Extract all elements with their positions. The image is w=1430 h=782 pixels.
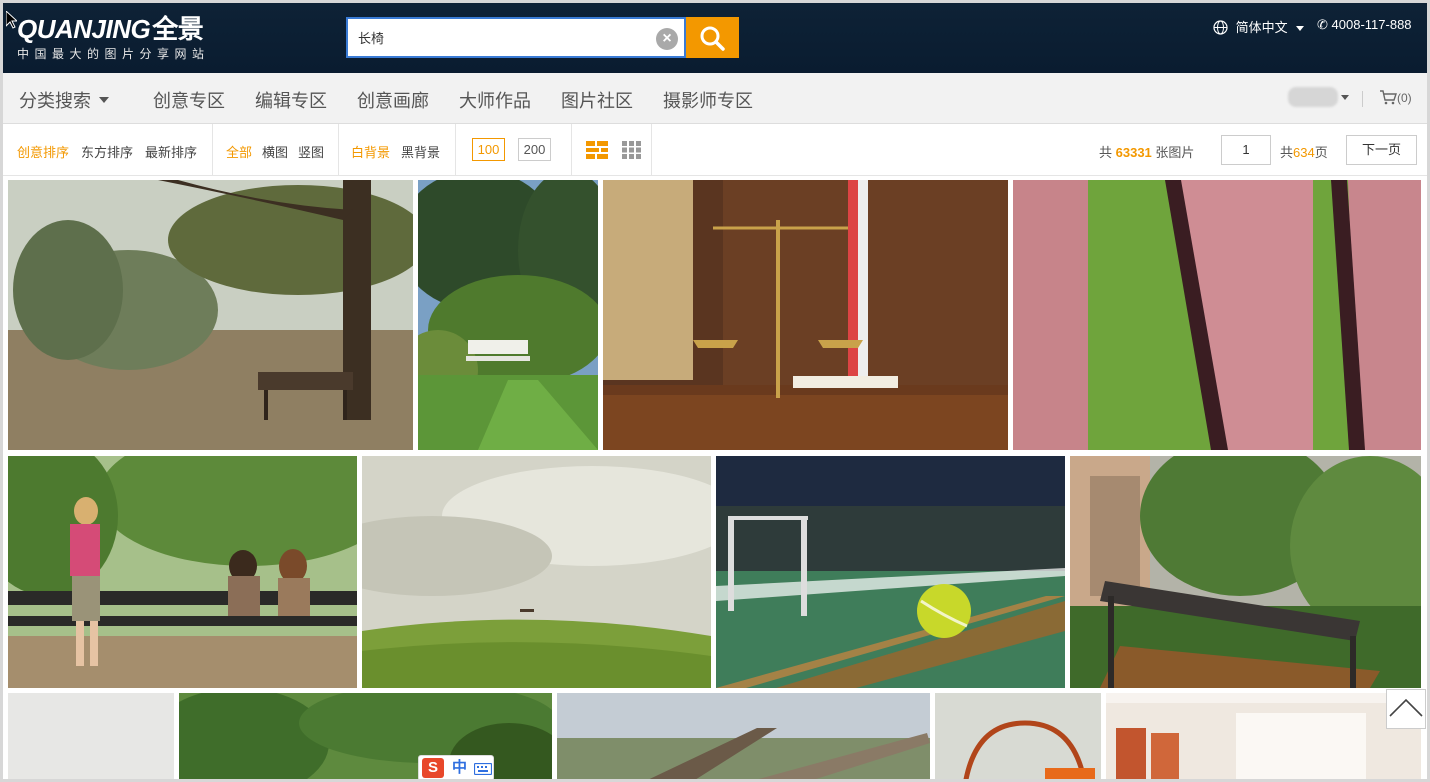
logo-brand: QUANJING [17,14,151,44]
search-icon [700,26,725,51]
phone-icon: ✆ [1317,17,1328,32]
nav-item-creative[interactable]: 创意专区 [153,87,225,113]
total-prefix: 共 [1099,145,1113,160]
main-nav: 分类搜索 创意专区 编辑专区 创意画廊 大师作品 图片社区 摄影师专区 (0) [3,73,1427,124]
photo-park-bench[interactable] [8,180,413,450]
cart-icon [1380,90,1397,105]
photo-image [8,180,413,450]
sogou-logo-icon: S [422,758,444,778]
photo-scales-justice[interactable] [603,180,1008,450]
sort-newest[interactable]: 最新排序 [145,142,197,161]
nav-item-community[interactable]: 图片社区 [561,87,633,113]
photo-wooden-benches[interactable] [557,693,930,779]
sort-group: 创意排序 东方排序 最新排序 [3,124,213,176]
photo-image [1013,180,1421,450]
photo-green-hedge[interactable] [179,693,552,779]
nav-category-search-label: 分类搜索 [19,91,91,111]
globe-icon [1213,20,1232,35]
cart-count: (0) [1397,91,1412,105]
logo-brand-cn: 全景 [152,14,204,44]
nav-item-gallery[interactable]: 创意画廊 [357,87,429,113]
nav-item-photographers[interactable]: 摄影师专区 [663,87,753,113]
pages-count: 634 [1293,145,1315,160]
clear-search-icon[interactable]: × [656,28,678,50]
orientation-group: 全部 横图 竖图 [213,124,339,176]
photo-image [418,180,598,450]
phone-number: ✆ 4008-117-888 [1317,17,1412,33]
photo-white-wall[interactable] [8,693,174,779]
user-account[interactable] [1288,87,1338,107]
top-header: QUANJING全景 中国最大的图片分享网站 × 简体中文 [3,3,1427,73]
chevron-down-icon [99,97,109,104]
page-number-input[interactable]: 1 [1221,135,1271,165]
sort-oriental[interactable]: 东方排序 [81,142,133,161]
per-page-200[interactable]: 200 [518,138,551,161]
ime-chinese-mode-icon: 中 [452,759,468,776]
browser-frame: QUANJING全景 中国最大的图片分享网站 × 简体中文 [0,0,1430,782]
per-page-100[interactable]: 100 [472,138,505,161]
photo-tennis-ball[interactable] [716,456,1065,688]
divider [1362,91,1363,107]
language-selector[interactable]: 简体中文 [1213,17,1305,36]
search-input[interactable] [348,19,648,56]
nav-item-masters[interactable]: 大师作品 [459,87,531,113]
photo-pink-bench[interactable] [1013,180,1421,450]
site-logo[interactable]: QUANJING全景 中国最大的图片分享网站 [17,15,210,62]
cart-button[interactable]: (0) [1379,90,1412,105]
nav-item-editorial[interactable]: 编辑专区 [255,87,327,113]
view-mode-group [572,124,652,176]
photo-iron-bench[interactable] [1070,456,1421,688]
background-group: 白背景 黑背景 [339,124,456,176]
next-page-button[interactable]: 下一页 [1346,135,1417,165]
masonry-view-icon[interactable] [586,141,608,159]
total-suffix: 张图片 [1155,145,1195,160]
search-box: × [346,17,686,58]
total-count: 63331 [1115,145,1152,160]
photo-image [1070,456,1421,688]
nav-category-search[interactable]: 分类搜索 [19,87,109,113]
bg-white[interactable]: 白背景 [351,142,390,161]
total-pages: 共634页 [1280,142,1328,161]
phone-label: 4008-117-888 [1331,17,1412,32]
chevron-down-icon [1296,26,1305,32]
photo-image [935,693,1101,779]
chevron-down-icon[interactable] [1341,95,1349,100]
photo-image [362,456,711,688]
logo-tagline: 中国最大的图片分享网站 [17,47,210,61]
orientation-landscape[interactable]: 横图 [262,142,288,161]
photo-image [716,456,1065,688]
orientation-all[interactable]: 全部 [226,142,252,161]
per-page-group: 100 200 [456,124,572,176]
photo-image [557,693,930,779]
search-button[interactable] [686,17,739,58]
pages-prefix: 共 [1280,145,1294,160]
filter-bar: 创意排序 东方排序 最新排序 全部 横图 竖图 白背景 黑背景 100 200 [3,124,1427,176]
photo-image [179,693,552,779]
grid-view-icon[interactable] [622,141,641,159]
photo-image [8,456,357,688]
mouse-cursor-icon [6,11,17,29]
total-images: 共 63331 张图片 [1099,142,1194,161]
orientation-portrait[interactable]: 竖图 [298,142,324,161]
photo-image [603,180,1008,450]
photo-interior-room[interactable] [1106,693,1421,779]
pages-suffix: 页 [1314,145,1328,160]
photo-image [1106,693,1421,779]
sort-creative[interactable]: 创意排序 [17,142,69,161]
scroll-to-top-button[interactable] [1386,689,1426,729]
ime-toolbar[interactable]: S 中 [418,755,494,779]
bg-black[interactable]: 黑背景 [401,142,440,161]
photo-orange-chair[interactable] [935,693,1101,779]
keyboard-icon [474,763,492,775]
chevron-up-icon [1389,698,1423,717]
language-label: 简体中文 [1235,20,1288,35]
photo-grass-hill[interactable] [362,456,711,688]
photo-garden-bench[interactable] [418,180,598,450]
photo-couple-bench[interactable] [8,456,357,688]
